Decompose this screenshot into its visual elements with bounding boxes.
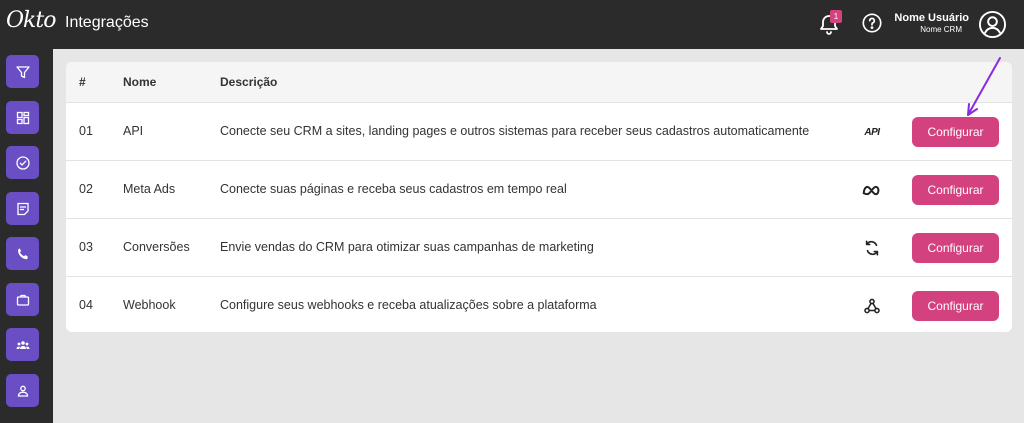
logo[interactable]: Okto bbox=[6, 8, 56, 33]
meta-icon bbox=[861, 179, 883, 201]
user-name[interactable]: Nome Usuário bbox=[894, 12, 969, 24]
integrations-table: # Nome Descrição 01 API Conecte seu CRM … bbox=[66, 62, 1012, 332]
sidebar-item-users[interactable] bbox=[6, 374, 39, 407]
help-icon[interactable] bbox=[861, 12, 883, 34]
note-icon bbox=[16, 202, 29, 215]
configure-api-button[interactable]: Configurar bbox=[912, 117, 999, 147]
configure-meta-ads-button[interactable]: Configurar bbox=[912, 175, 999, 205]
configure-webhook-button[interactable]: Configurar bbox=[912, 291, 999, 321]
table-row: 03 Conversões Envie vendas do CRM para o… bbox=[66, 218, 1012, 276]
row-description: Envie vendas do CRM para otimizar suas c… bbox=[220, 240, 594, 254]
row-number: 03 bbox=[79, 240, 93, 254]
team-icon bbox=[16, 340, 29, 349]
sidebar-item-tasks[interactable] bbox=[6, 146, 39, 179]
column-header-description: Descrição bbox=[220, 75, 278, 89]
sidebar-item-team[interactable] bbox=[6, 328, 39, 361]
sidebar-item-dashboard[interactable] bbox=[6, 101, 39, 134]
row-number: 01 bbox=[79, 124, 93, 138]
api-icon: API bbox=[861, 121, 883, 143]
sidebar-item-deals[interactable] bbox=[6, 283, 39, 316]
phone-icon bbox=[17, 247, 28, 259]
top-bar: Okto Integrações 1 Nome Usuário Nome CRM bbox=[0, 0, 1024, 49]
table-row: 04 Webhook Configure seus webhooks e rec… bbox=[66, 276, 1012, 332]
column-header-number: # bbox=[79, 75, 86, 89]
page-title: Integrações bbox=[65, 14, 149, 31]
briefcase-icon bbox=[16, 294, 29, 306]
user-icon bbox=[17, 385, 28, 397]
row-name: Webhook bbox=[123, 298, 176, 312]
row-name: Conversões bbox=[123, 240, 190, 254]
row-name: API bbox=[123, 124, 144, 138]
table-header: # Nome Descrição bbox=[66, 62, 1012, 102]
filter-icon bbox=[15, 65, 30, 78]
user-avatar-icon[interactable] bbox=[978, 10, 1007, 39]
sidebar-item-calls[interactable] bbox=[6, 237, 39, 270]
row-description: Configure seus webhooks e receba atualiz… bbox=[220, 298, 597, 312]
dashboard-icon bbox=[16, 111, 29, 124]
table-row: 01 API Conecte seu CRM a sites, landing … bbox=[66, 102, 1012, 160]
row-description: Conecte seu CRM a sites, landing pages e… bbox=[220, 124, 810, 138]
notification-badge: 1 bbox=[830, 10, 842, 23]
configure-conversions-button[interactable]: Configurar bbox=[912, 233, 999, 263]
row-number: 04 bbox=[79, 298, 93, 312]
api-icon-label: API bbox=[864, 126, 880, 138]
row-number: 02 bbox=[79, 182, 93, 196]
row-description: Conecte suas páginas e receba seus cadas… bbox=[220, 182, 567, 196]
check-circle-icon bbox=[15, 155, 30, 170]
user-crm: Nome CRM bbox=[920, 25, 962, 34]
sidebar-item-notes[interactable] bbox=[6, 192, 39, 225]
webhook-icon bbox=[861, 295, 883, 317]
column-header-name: Nome bbox=[123, 75, 157, 89]
sidebar-item-filter[interactable] bbox=[6, 55, 39, 88]
sync-icon bbox=[861, 237, 883, 259]
sidebar bbox=[0, 49, 53, 423]
row-name: Meta Ads bbox=[123, 182, 176, 196]
table-row: 02 Meta Ads Conecte suas páginas e receb… bbox=[66, 160, 1012, 218]
